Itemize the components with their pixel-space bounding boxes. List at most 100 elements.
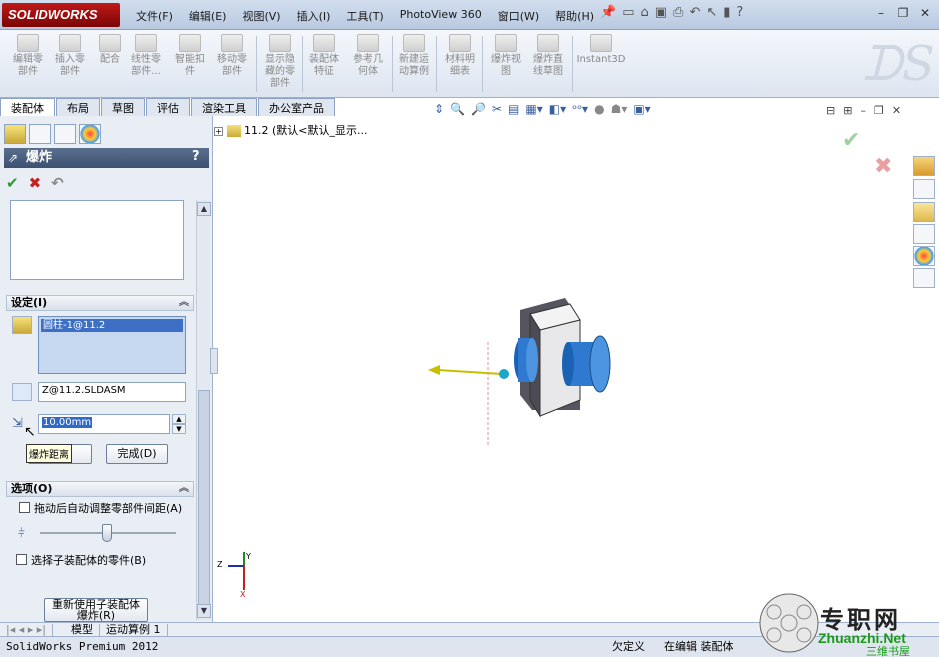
rebuild-icon[interactable]: ▮: [723, 5, 730, 25]
select-sub-parts-checkbox[interactable]: [16, 554, 27, 565]
reuse-subassembly-explode-button[interactable]: 重新使用子装配体 爆炸(R): [44, 598, 148, 622]
design-library-icon[interactable]: [913, 179, 935, 199]
tab-render-tools[interactable]: 渲染工具: [191, 98, 257, 116]
tab-assembly[interactable]: 装配体: [0, 98, 55, 116]
pin-icon[interactable]: 📌: [600, 5, 616, 25]
menu-view[interactable]: 视图(V): [234, 6, 288, 26]
options-section-header[interactable]: 选项(O) ︽: [6, 481, 194, 497]
tab-layout[interactable]: 布局: [56, 98, 100, 116]
apply-scene-icon[interactable]: ☗▾: [611, 102, 628, 116]
menu-insert[interactable]: 插入(I): [289, 6, 339, 26]
open-file-icon[interactable]: ⌂: [640, 5, 648, 25]
tab-motion-study[interactable]: 运动算例 1: [100, 623, 168, 636]
view-palette-icon[interactable]: [913, 224, 935, 244]
right-cylinder[interactable]: [562, 342, 574, 386]
explode-direction-arrow[interactable]: [437, 369, 503, 375]
pm-help-button[interactable]: ?: [192, 149, 200, 164]
settings-section-header[interactable]: 设定(I) ︽: [6, 295, 194, 311]
smart-fasteners-button[interactable]: 智能扣 件: [168, 34, 212, 78]
manipulator-origin-icon[interactable]: [499, 369, 509, 379]
restore-icon[interactable]: ❐: [894, 5, 912, 21]
file-explorer-icon[interactable]: [913, 202, 935, 222]
resources-icon[interactable]: [913, 156, 935, 176]
appearances-icon[interactable]: [913, 246, 935, 266]
save-icon[interactable]: ▣: [655, 5, 667, 25]
reference-geometry-button[interactable]: 参考几 何体: [346, 34, 390, 78]
confirm-ok-icon[interactable]: ✔: [842, 128, 860, 153]
explode-distance-input[interactable]: 10.00mm: [38, 414, 170, 434]
solidworks-logo[interactable]: SOLIDWORKS: [2, 3, 120, 27]
previous-view-icon[interactable]: 🔎: [471, 102, 486, 116]
pm-scrollbar[interactable]: ▲ ▼: [196, 200, 211, 620]
print-icon[interactable]: ⎙: [673, 5, 683, 25]
show-hidden-button[interactable]: 显示隐 藏的零 部件: [258, 34, 302, 90]
spin-up-icon[interactable]: ▲: [172, 414, 186, 424]
configuration-manager-icon[interactable]: [54, 124, 76, 144]
minimize-icon[interactable]: –: [872, 5, 890, 21]
assembly-features-button[interactable]: 装配体 特征: [302, 34, 346, 78]
explode-model-view[interactable]: [420, 290, 630, 450]
zoom-area-icon[interactable]: 🔍: [450, 102, 465, 116]
linear-pattern-button[interactable]: 线性零 部件...: [124, 34, 168, 78]
reverse-direction-icon[interactable]: [12, 383, 32, 401]
display-style-icon[interactable]: ◧▾: [549, 102, 566, 116]
edit-component-button[interactable]: 编辑零 部件: [6, 34, 50, 78]
collapse-icon[interactable]: ︽: [179, 296, 189, 310]
viewport-split-icon[interactable]: ⊟: [826, 104, 835, 117]
expand-icon[interactable]: +: [214, 126, 223, 136]
exploded-view-button[interactable]: 爆炸视 图: [484, 34, 528, 78]
new-motion-study-button[interactable]: 新建运 动算例: [392, 34, 436, 78]
zoom-fit-icon[interactable]: ⇕: [434, 102, 444, 116]
menu-photoview[interactable]: PhotoView 360: [392, 6, 490, 26]
assembly-tree-root[interactable]: 11.2 (默认<默认_显示...: [244, 124, 368, 137]
tab-model[interactable]: 模型: [53, 623, 100, 636]
tab-sketch[interactable]: 草图: [101, 98, 145, 116]
menu-file[interactable]: 文件(F): [128, 6, 181, 26]
menu-edit[interactable]: 编辑(E): [181, 6, 235, 26]
menu-help[interactable]: 帮助(H): [547, 6, 602, 26]
scroll-thumb[interactable]: [198, 390, 210, 610]
viewport-close-icon[interactable]: ✕: [892, 104, 901, 117]
tab-evaluate[interactable]: 评估: [146, 98, 190, 116]
cancel-icon[interactable]: ✖: [29, 174, 42, 192]
done-button[interactable]: 完成(D): [106, 444, 168, 464]
tab-nav-icons[interactable]: |◂ ◂ ▸ ▸|: [0, 623, 53, 636]
undo-icon[interactable]: ↶: [689, 5, 700, 25]
menu-tools[interactable]: 工具(T): [338, 6, 391, 26]
feature-manager-icon[interactable]: [4, 124, 26, 144]
custom-properties-icon[interactable]: [913, 268, 935, 288]
confirm-cancel-icon[interactable]: ✖: [874, 154, 892, 179]
viewport-link-icon[interactable]: ⊞: [843, 104, 852, 117]
dynamic-annotation-icon[interactable]: ▤: [508, 102, 519, 116]
panel-splitter-handle[interactable]: [210, 348, 218, 374]
collapse-icon[interactable]: ︽: [179, 482, 189, 496]
insert-component-button[interactable]: 插入零 部件: [48, 34, 92, 78]
view-orientation-icon[interactable]: ▦▾: [525, 102, 542, 116]
close-icon[interactable]: ✕: [916, 5, 934, 21]
spacing-slider-thumb[interactable]: [102, 524, 112, 542]
explode-steps-list[interactable]: [10, 200, 184, 280]
display-manager-icon[interactable]: [79, 124, 101, 144]
help-icon[interactable]: ?: [736, 5, 743, 25]
instant3d-button[interactable]: Instant3D: [574, 34, 628, 66]
section-view-icon[interactable]: ✂: [492, 102, 502, 116]
hide-show-icon[interactable]: ᵒᵒ▾: [572, 102, 588, 116]
ok-icon[interactable]: ✔: [6, 174, 19, 192]
viewport-restore-icon[interactable]: ❐: [874, 104, 884, 117]
move-component-button[interactable]: 移动零 部件: [210, 34, 254, 78]
bill-of-materials-button[interactable]: 材料明 细表: [438, 34, 482, 78]
view-settings-icon[interactable]: ▣▾: [633, 102, 650, 116]
undo-icon[interactable]: ↶: [51, 174, 64, 192]
tab-office-products[interactable]: 办公室产品: [258, 98, 335, 116]
scroll-down-icon[interactable]: ▼: [197, 604, 211, 618]
spin-down-icon[interactable]: ▼: [172, 424, 186, 434]
explode-line-sketch-button[interactable]: 爆炸直 线草图: [526, 34, 570, 78]
menu-window[interactable]: 窗口(W): [490, 6, 547, 26]
auto-space-checkbox[interactable]: [19, 502, 30, 513]
new-file-icon[interactable]: ▭: [622, 5, 634, 25]
selected-component-item[interactable]: 圆柱-1@11.2: [41, 319, 183, 332]
property-manager-icon[interactable]: [29, 124, 51, 144]
viewport-minimize-icon[interactable]: –: [860, 104, 866, 117]
scroll-up-icon[interactable]: ▲: [197, 202, 211, 216]
explode-direction-field[interactable]: Z@11.2.SLDASM: [38, 382, 186, 402]
